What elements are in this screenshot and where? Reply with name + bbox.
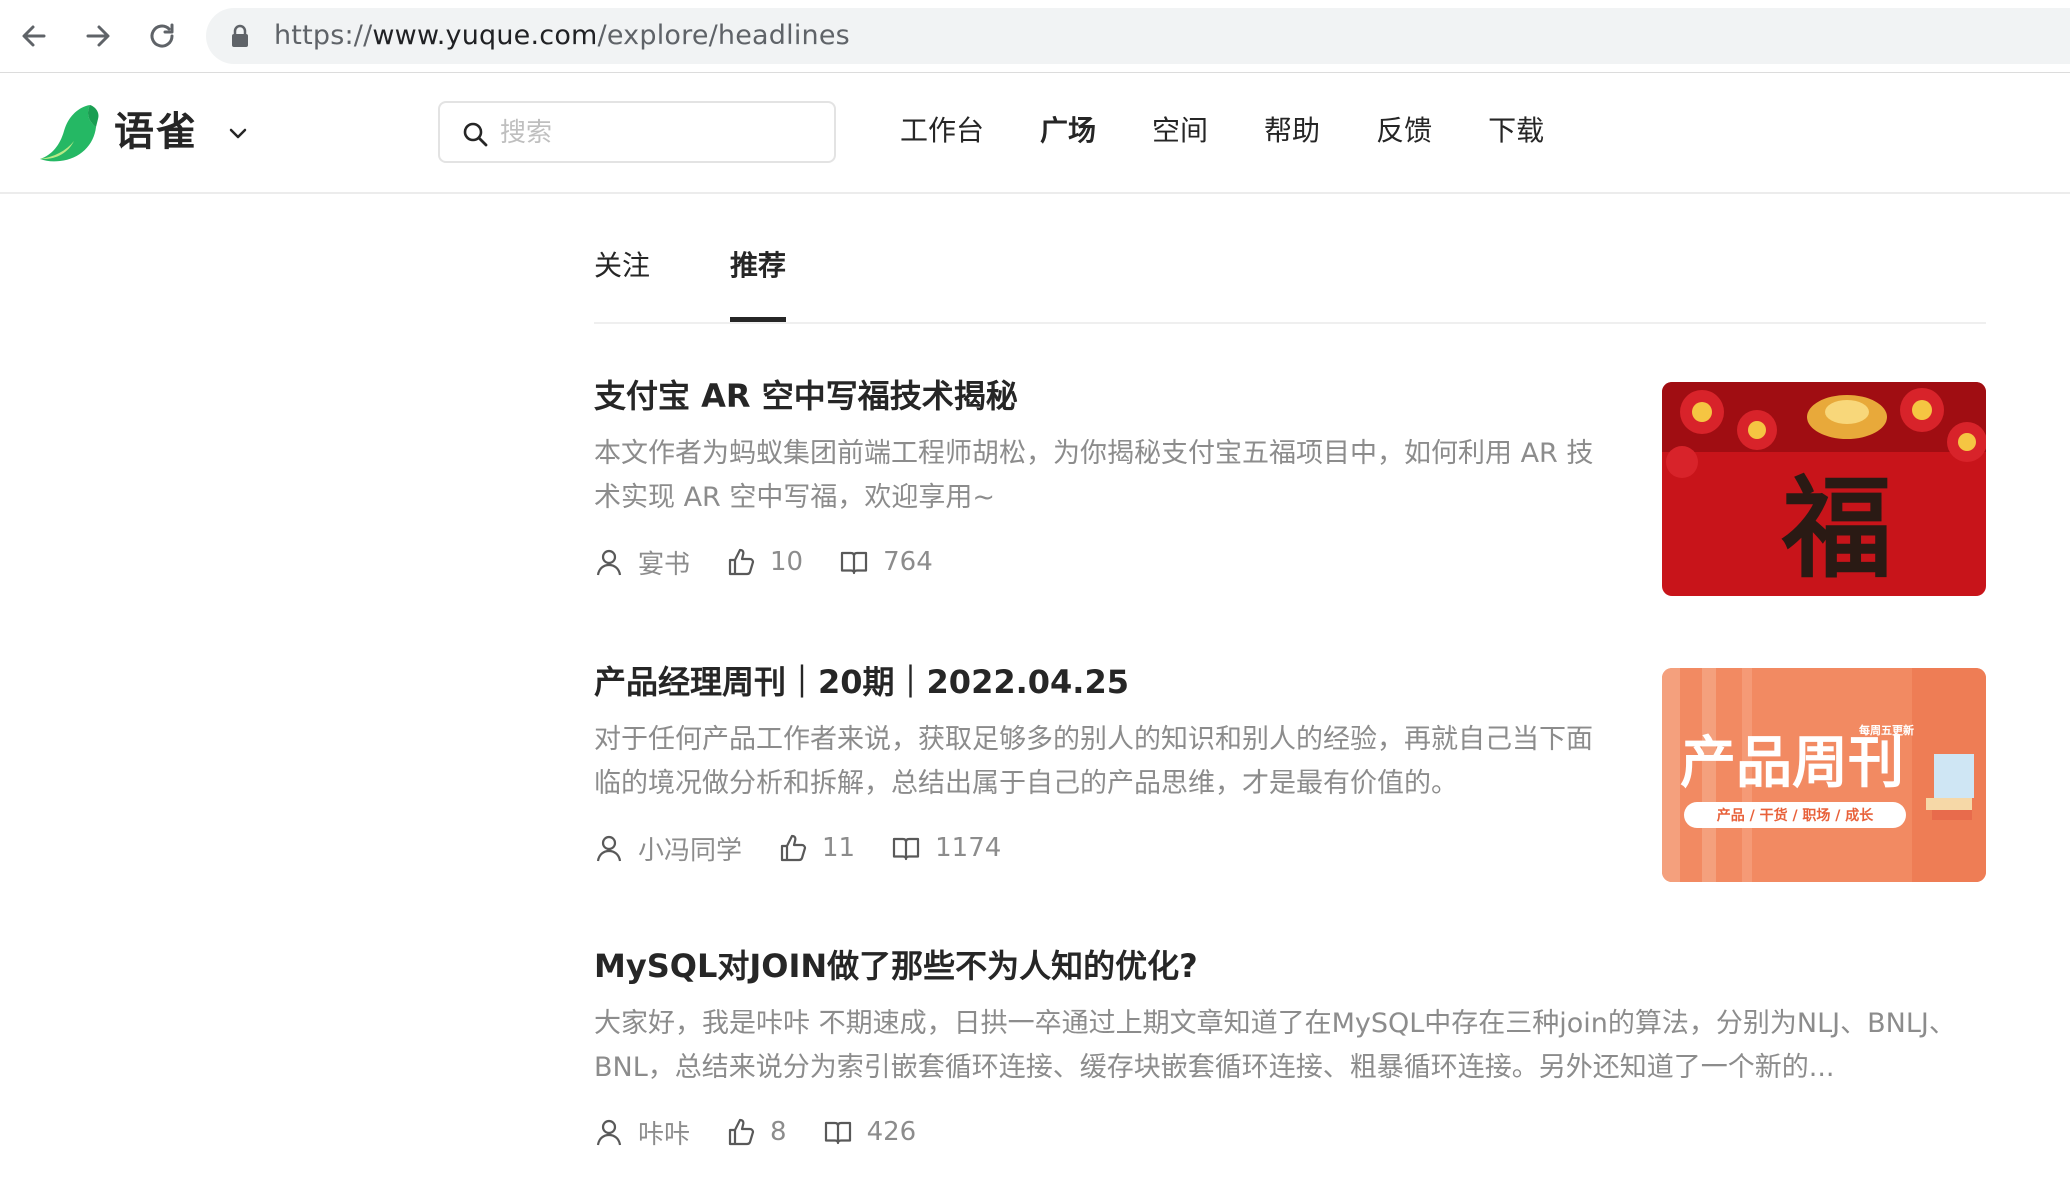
likes-count: 8 [770, 1117, 787, 1147]
reload-icon [150, 23, 174, 48]
author-name: 小冯同学 [638, 835, 743, 866]
yuque-bird-logo-icon[interactable] [38, 101, 102, 165]
thumbs-up-icon [728, 548, 755, 576]
address-bar[interactable]: https://www.yuque.com/explore/headlines [206, 8, 2070, 64]
active-tab-indicator [730, 317, 786, 322]
likes[interactable]: 11 [778, 833, 855, 863]
reads: 426 [823, 1117, 917, 1147]
author-name: 宴书 [638, 549, 691, 580]
forward-button[interactable] [76, 14, 120, 58]
nav-workbench[interactable]: 工作台 [900, 103, 984, 159]
feed-tabs: 关注 推荐 [594, 192, 1986, 324]
cover-title: 产品周刊 [1680, 731, 1904, 796]
cover-tags: 产品 / 干货 / 职场 / 成长 [1717, 807, 1875, 824]
likes[interactable]: 8 [726, 1117, 787, 1147]
fu-red-envelope-image: 福 [1662, 382, 1986, 596]
tab-recommended[interactable]: 推荐 [730, 246, 786, 286]
user-icon [596, 835, 622, 862]
arrow-right-icon [86, 25, 110, 47]
url-path: /explore/headlines [597, 20, 850, 51]
tab-following[interactable]: 关注 [594, 246, 650, 286]
reads-count: 1174 [935, 833, 1002, 863]
product-weekly-banner-image: 每周五更新 产品周刊 产品 / 干货 / 职场 / 成长 [1662, 668, 1986, 882]
chevron-down-icon[interactable] [226, 121, 250, 145]
arrow-left-icon [22, 25, 46, 47]
url-scheme: https:// [274, 20, 373, 51]
cover-fu-text: 福 [1781, 464, 1892, 593]
reload-button[interactable] [140, 14, 184, 58]
browser-toolbar: https://www.yuque.com/explore/headlines [0, 0, 2070, 73]
open-book-icon [841, 551, 868, 575]
article-summary: 本文作者为蚂蚁集团前端工程师胡松，为你揭秘支付宝五福项目中，如何利用 AR 技术… [594, 438, 1594, 513]
reads: 764 [839, 547, 933, 577]
search-box[interactable] [438, 101, 836, 163]
open-book-icon [824, 1121, 851, 1145]
article-summary: 大家好，我是咔咔 不期速成，日拱一卒通过上期文章知道了在MySQL中存在三种jo… [594, 1008, 1956, 1083]
likes-count: 10 [770, 547, 804, 577]
user-icon [596, 1119, 622, 1146]
reads-count: 764 [883, 547, 933, 577]
article-summary: 对于任何产品工作者来说，获取足够多的别人的知识和别人的经验，再就自己当下面临的境… [594, 724, 1593, 799]
article-cover-image[interactable]: 每周五更新 产品周刊 产品 / 干货 / 职场 / 成长 [1662, 668, 1986, 882]
nav-download[interactable]: 下载 [1488, 103, 1544, 159]
likes-count: 11 [822, 833, 856, 863]
reads: 1174 [891, 833, 1001, 863]
author[interactable]: 小冯同学 [594, 830, 742, 867]
search-icon [463, 122, 488, 147]
article-cover-image[interactable]: 福 [1662, 382, 1986, 596]
author-name: 咔咔 [638, 1119, 691, 1150]
author[interactable]: 宴书 [594, 544, 690, 581]
thumbs-up-icon [728, 1118, 755, 1146]
nav-feedback[interactable]: 反馈 [1376, 103, 1432, 159]
open-book-icon [893, 837, 920, 861]
nav-explore[interactable]: 广场 [1040, 103, 1096, 159]
thumbs-up-icon [780, 834, 807, 862]
app-header: 语雀 工作台 广场 空间 帮助 反馈 下载 [0, 73, 2070, 194]
article-item[interactable]: 支付宝 AR 空中写福技术揭秘 本文作者为蚂蚁集团前端工程师胡松，为你揭秘支付宝… [594, 374, 1986, 596]
article-item[interactable]: 产品经理周刊｜20期｜2022.04.25 对于任何产品工作者来说，获取足够多的… [594, 660, 1986, 882]
nav-spaces[interactable]: 空间 [1152, 103, 1208, 159]
user-icon [596, 549, 622, 576]
likes[interactable]: 10 [726, 547, 803, 577]
article-title[interactable]: MySQL对JOIN做了那些不为人知的优化? [594, 944, 1986, 988]
back-button[interactable] [12, 14, 56, 58]
author[interactable]: 咔咔 [594, 1114, 690, 1151]
lock-icon [232, 24, 248, 47]
reads-count: 426 [866, 1117, 917, 1147]
article-meta: 咔咔 8 426 [594, 1112, 1986, 1152]
brand-name[interactable]: 语雀 [114, 103, 198, 161]
nav-help[interactable]: 帮助 [1264, 103, 1320, 159]
url-text: https://www.yuque.com/explore/headlines [274, 8, 850, 64]
url-host: www.yuque.com [372, 20, 598, 51]
article-item[interactable]: MySQL对JOIN做了那些不为人知的优化? 大家好，我是咔咔 不期速成，日拱一… [594, 944, 1986, 1152]
top-nav: 工作台 广场 空间 帮助 反馈 下载 [900, 103, 1600, 159]
search-input[interactable] [498, 111, 822, 155]
